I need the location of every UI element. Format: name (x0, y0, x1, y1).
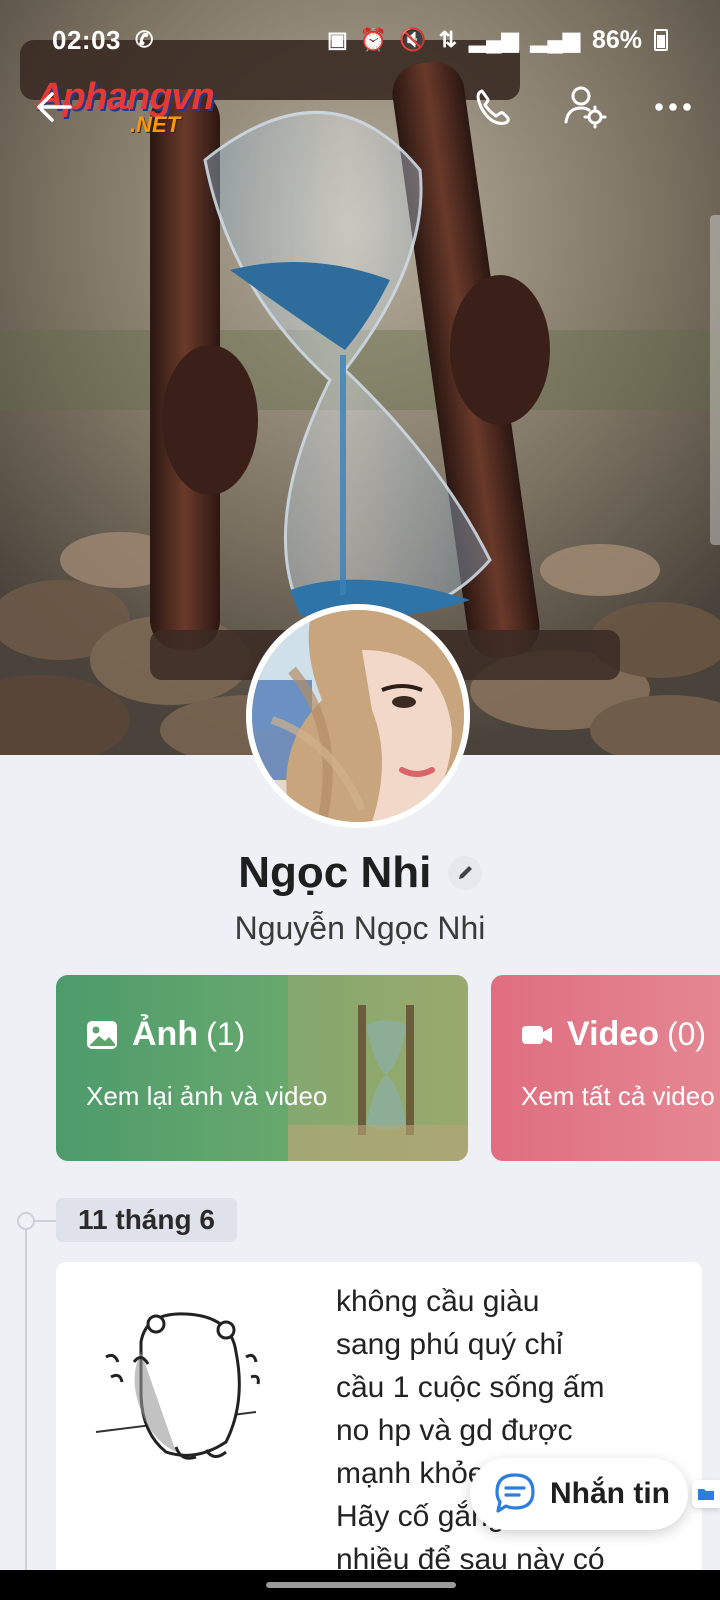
profile-settings-button[interactable] (560, 82, 610, 132)
phone-icon (476, 89, 510, 125)
message-label: Nhắn tin (550, 1477, 670, 1510)
timeline-connector (35, 1220, 57, 1222)
timeline-date: 11 tháng 6 (56, 1198, 237, 1242)
call-button[interactable] (468, 82, 518, 132)
timeline-line (25, 1212, 27, 1600)
post-line: không cầu giàu (336, 1285, 540, 1318)
status-time: 02:03 (52, 24, 121, 55)
display-name: Ngọc Nhi (238, 848, 432, 897)
signal-icon: ▂▄▆ (469, 27, 519, 52)
video-camera-icon (522, 1025, 552, 1044)
post-line: no hp và gd được (336, 1414, 573, 1447)
back-button[interactable] (30, 82, 80, 132)
avatar-photo (252, 610, 464, 822)
post-line: sang phú quý chỉ (336, 1328, 563, 1361)
home-gesture-handle[interactable] (266, 1582, 456, 1588)
photos-card-header: Ảnh (1) (86, 1015, 245, 1054)
videos-subtitle: Xem tất cả video (521, 1081, 715, 1111)
photo-card-thumbnail (288, 975, 468, 1161)
image-icon (87, 1020, 117, 1049)
send-message-button[interactable]: Nhắn tin (470, 1458, 688, 1530)
top-nav: Aphangvn .NET (0, 76, 720, 137)
timeline-dot (17, 1212, 35, 1230)
status-icons: ▣ ⏰ 🔇 ⇅ ▂▄▆ ▂▄▆ 86% (327, 26, 668, 55)
folder-icon: ▣ (327, 27, 348, 52)
alarm-icon: ⏰ (359, 27, 388, 52)
battery-level: 86% (591, 25, 642, 54)
back-arrow-icon (37, 92, 72, 122)
avatar[interactable] (246, 604, 470, 828)
post-text: không cầu giàu sang phú quý chỉ cầu 1 cu… (336, 1280, 666, 1581)
photos-title: Ảnh (132, 1015, 199, 1053)
photos-count: (1) (206, 1016, 246, 1052)
more-dots-icon (655, 103, 691, 111)
system-nav-bar (0, 1570, 720, 1600)
missed-call-icon: ✆ (135, 27, 154, 52)
videos-card-header: Video (0) (521, 1015, 706, 1054)
name-row: Ngọc Nhi (0, 848, 720, 898)
folder-icon (698, 1489, 714, 1500)
watermark-suffix: .NET (130, 112, 181, 137)
battery-charging-icon (654, 29, 668, 51)
post-line: cầu 1 cuộc sống ấm (336, 1371, 605, 1404)
edit-name-button[interactable] (447, 856, 482, 890)
data-transfer-icon: ⇅ (438, 27, 458, 52)
real-name: Nguyễn Ngọc Nhi (234, 910, 486, 946)
user-settings-icon (564, 86, 607, 129)
videos-count: (0) (666, 1016, 707, 1052)
scroll-handle[interactable] (710, 215, 720, 545)
more-button[interactable] (648, 82, 698, 132)
signal-icon: ▂▄▆ (530, 27, 580, 52)
videos-title: Video (567, 1015, 659, 1053)
photos-card[interactable]: Ảnh (1) Xem lại ảnh và video (56, 975, 468, 1161)
floating-folder-icon[interactable] (692, 1480, 720, 1508)
post-card[interactable]: không cầu giàu sang phú quý chỉ cầu 1 cu… (56, 1262, 702, 1600)
videos-card[interactable]: Video (0) Xem tất cả video (491, 975, 720, 1161)
crying-bear-sticker (95, 1312, 260, 1460)
photos-subtitle: Xem lại ảnh và video (86, 1081, 328, 1111)
mute-icon: 🔇 (399, 27, 427, 52)
chat-bubble-icon (495, 1473, 535, 1513)
status-bar: 02:03 ✆ ▣ ⏰ 🔇 ⇅ ▂▄▆ ▂▄▆ 86% (0, 0, 720, 80)
pencil-icon (458, 866, 472, 879)
